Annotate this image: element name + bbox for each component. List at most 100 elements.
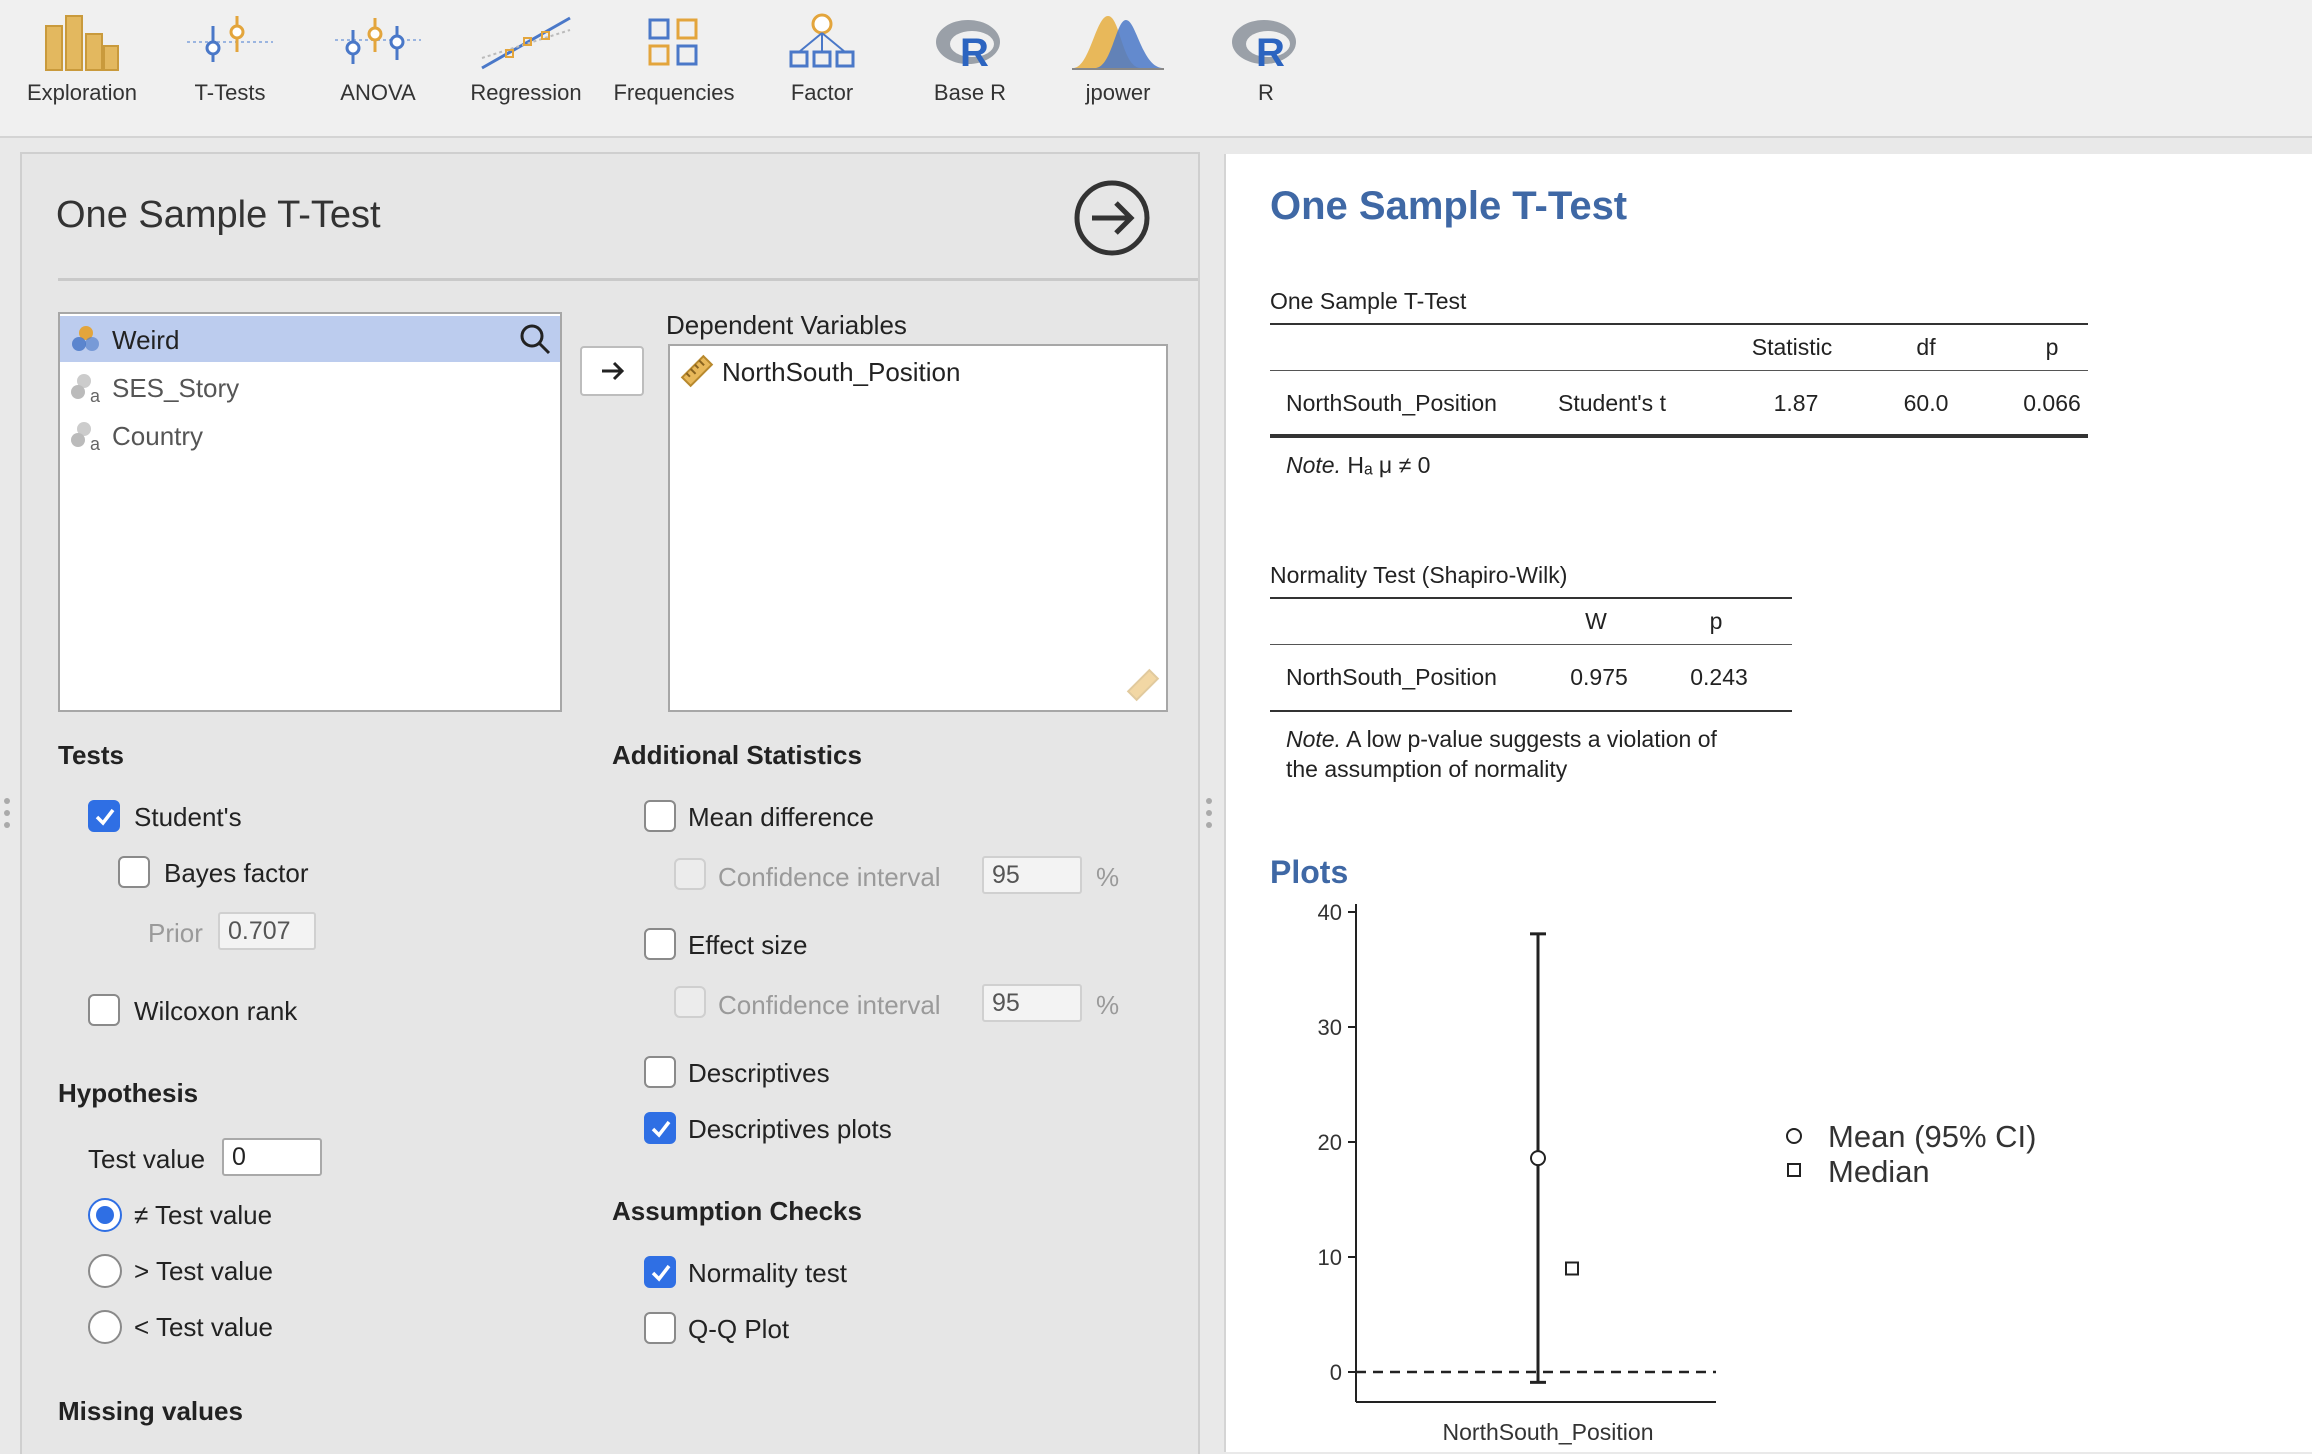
test-value-input[interactable]: 0 <box>222 1138 322 1176</box>
toolbar-frequencies[interactable]: Frequencies <box>600 0 748 136</box>
bayes-factor-label: Bayes factor <box>164 858 309 888</box>
svg-text:R: R <box>960 31 989 72</box>
x-axis-label: NorthSouth_Position <box>1443 1419 1654 1445</box>
descriptives-plot: 0 10 20 30 40 NorthSouth_Position Mean (95% CI… <box>1318 900 2037 1445</box>
table-cell-p: 0.066 <box>2023 390 2081 416</box>
toolbar-regression[interactable]: Regression <box>452 0 600 136</box>
effect-size-checkbox[interactable] <box>644 928 676 960</box>
hypothesis-gt-label: > Test value <box>134 1256 274 1286</box>
additional-statistics-heading: Additional Statistics <box>612 740 862 770</box>
table-rule <box>1270 434 2088 438</box>
dependent-variables-label: Dependent Variables <box>666 310 907 340</box>
variable-name: Weird <box>112 325 180 355</box>
qq-plot-checkbox[interactable] <box>644 1312 676 1344</box>
descriptives-label: Descriptives <box>688 1058 830 1088</box>
options-title: One Sample T-Test <box>56 194 381 236</box>
run-arrow-button[interactable] <box>1074 180 1150 256</box>
move-variable-button[interactable] <box>580 346 644 396</box>
mean-diff-ci-label: Confidence interval <box>718 862 941 892</box>
table-cell-variable: NorthSouth_Position <box>1286 390 1497 416</box>
toolbar-t-tests[interactable]: T-Tests <box>156 0 304 136</box>
percent-label: % <box>1096 862 1120 892</box>
students-checkbox[interactable] <box>88 800 120 832</box>
left-splitter-handle[interactable] <box>4 798 10 834</box>
hypothesis-lt-label: < Test value <box>134 1312 274 1342</box>
list-item[interactable]: NorthSouth_Position <box>670 348 1166 394</box>
toolbar-label: R <box>1258 80 1274 105</box>
ruler-icon <box>1126 668 1160 702</box>
toolbar-anova[interactable]: ANOVA <box>304 0 452 136</box>
table-rule <box>1270 597 1792 599</box>
table-cell-statistic: 1.87 <box>1773 390 1819 416</box>
mean-diff-ci-checkbox[interactable] <box>674 858 706 890</box>
toolbar-jpower[interactable]: jpower <box>1044 0 1192 136</box>
table-rule <box>1270 710 1792 712</box>
table-note: Note. Hₐ μ ≠ 0 <box>1286 452 1430 479</box>
descriptives-plots-label: Descriptives plots <box>688 1114 892 1144</box>
normality-test-label: Normality test <box>688 1258 847 1288</box>
nominal-text-variable-icon: a <box>71 374 101 404</box>
note-label: Note. <box>1286 452 1341 478</box>
column-header: p <box>1709 608 1723 634</box>
hypothesis-lt-radio[interactable] <box>88 1310 122 1344</box>
toolbar-label: Frequencies <box>613 80 735 105</box>
svg-text:a: a <box>90 434 101 452</box>
arrow-right-icon <box>602 361 625 381</box>
note-text: Hₐ μ ≠ 0 <box>1347 452 1431 478</box>
toolbar-r[interactable]: R R <box>1192 0 1340 136</box>
median-point <box>1565 1261 1579 1276</box>
search-icon[interactable] <box>518 322 552 356</box>
toolbar-exploration[interactable]: Exploration <box>8 0 156 136</box>
panel-splitter-handle[interactable] <box>1206 798 1212 834</box>
toolbar-base-r[interactable]: R Base R <box>896 0 1044 136</box>
checkmark-icon <box>651 1264 671 1282</box>
column-header: Statistic <box>1751 334 1833 360</box>
toolbar-label: T-Tests <box>194 80 266 105</box>
bayes-factor-checkbox[interactable] <box>118 856 150 888</box>
effect-size-ci-label: Confidence interval <box>718 990 941 1020</box>
note-label: Note. <box>1286 726 1341 752</box>
prior-input[interactable]: 0.707 <box>218 912 316 950</box>
svg-text:a: a <box>90 386 101 404</box>
effect-size-label: Effect size <box>688 930 808 960</box>
table-cell-df: 60.0 <box>1903 390 1949 416</box>
mean-diff-ci-input[interactable]: 95 <box>982 856 1082 894</box>
variable-name: Country <box>112 421 204 451</box>
legend-mean-label: Mean (95% CI) <box>1828 1119 2036 1154</box>
ruler-icon <box>680 354 714 388</box>
toolbar-label: Regression <box>470 80 582 105</box>
assumption-checks-heading: Assumption Checks <box>612 1196 862 1226</box>
anova-icon <box>335 18 421 64</box>
wilcoxon-label: Wilcoxon rank <box>134 996 298 1026</box>
bar-chart-icon <box>45 15 119 71</box>
hypothesis-gt-radio[interactable] <box>88 1254 122 1288</box>
descriptives-plots-checkbox[interactable] <box>644 1112 676 1144</box>
normality-table-caption: Normality Test (Shapiro-Wilk) <box>1270 562 1568 588</box>
variables-list[interactable]: Weird a SES_Story a Country <box>58 312 562 712</box>
header-divider <box>58 278 1198 281</box>
effect-size-ci-input[interactable]: 95 <box>982 984 1082 1022</box>
table-note: Note. A low p-value suggests a violation… <box>1286 724 1806 784</box>
list-item[interactable]: a SES_Story <box>60 364 560 410</box>
dependent-variables-list[interactable]: NorthSouth_Position <box>668 344 1168 712</box>
y-tick-label: 20 <box>1318 1130 1342 1155</box>
descriptives-checkbox[interactable] <box>644 1056 676 1088</box>
regression-icon <box>481 16 571 70</box>
table-rule <box>1270 370 2088 371</box>
wilcoxon-checkbox[interactable] <box>88 994 120 1026</box>
missing-values-heading[interactable]: Missing values <box>58 1396 243 1427</box>
toolbar-factor[interactable]: Factor <box>748 0 896 136</box>
list-item[interactable]: Weird <box>60 316 560 362</box>
mean-difference-checkbox[interactable] <box>644 800 676 832</box>
column-header: W <box>1585 608 1607 634</box>
dependent-variable-name: NorthSouth_Position <box>722 357 961 387</box>
t-tests-icon <box>187 16 273 62</box>
prior-label: Prior <box>148 918 203 948</box>
tests-heading: Tests <box>58 740 124 770</box>
results-panel: One Sample T-Test One Sample T-Test Stat… <box>1224 154 2312 1452</box>
effect-size-ci-checkbox[interactable] <box>674 986 706 1018</box>
hypothesis-ne-radio[interactable] <box>88 1198 122 1232</box>
list-item[interactable]: a Country <box>60 412 560 458</box>
normality-test-checkbox[interactable] <box>644 1256 676 1288</box>
jpower-icon <box>1072 16 1164 70</box>
